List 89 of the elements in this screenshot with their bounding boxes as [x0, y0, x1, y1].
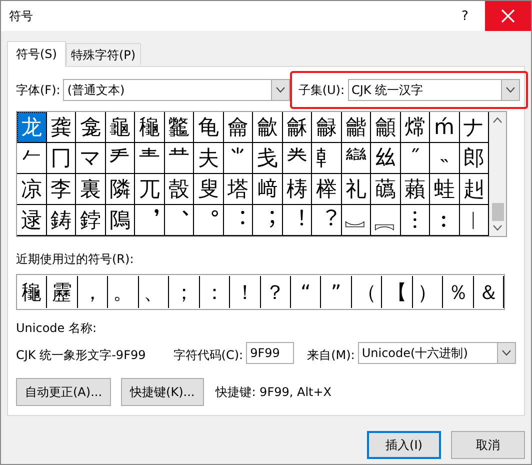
- symbol-cell[interactable]: 龣: [312, 112, 342, 143]
- symbol-cell[interactable]: 隣: [106, 174, 135, 205]
- symbol-cell[interactable]: 鋳: [46, 205, 76, 236]
- symbol-cell[interactable]: ˵: [430, 143, 460, 174]
- symbol-cell[interactable]: ḿ: [430, 112, 460, 143]
- symbol-cell[interactable]: 龺: [312, 143, 342, 174]
- symbol-cell[interactable]: ︰: [430, 205, 460, 236]
- font-label: 字体(F):: [16, 82, 60, 98]
- symbol-cell[interactable]: マ: [76, 143, 106, 174]
- help-button[interactable]: ?: [445, 1, 485, 31]
- dialog-button[interactable]: 插入(I): [367, 431, 441, 459]
- close-button[interactable]: [485, 1, 531, 31]
- symbol-cell[interactable]: 藾: [400, 174, 430, 205]
- symbol-cell[interactable]: 逯: [17, 205, 46, 236]
- symbol-cell[interactable]: 龻: [342, 143, 371, 174]
- chevron-up-icon: [493, 117, 502, 123]
- from-label: 来自(M):: [307, 347, 355, 364]
- symbol-cell[interactable]: 礼: [342, 174, 371, 205]
- dialog-button[interactable]: 取消: [451, 431, 525, 459]
- symbol-cell[interactable]: ⺌: [224, 143, 253, 174]
- symbol-cell[interactable]: 兀: [135, 174, 164, 205]
- symbol-cell[interactable]: 𢆶: [371, 143, 400, 174]
- char-code-field[interactable]: 9F99: [246, 342, 294, 364]
- symbol-cell[interactable]: 𠂉: [17, 143, 46, 174]
- symbol-cell[interactable]: 隝: [106, 205, 135, 236]
- symbol-cell[interactable]: 叟: [194, 174, 224, 205]
- symbol-cell[interactable]: ︔: [253, 205, 282, 236]
- symbol-cell[interactable]: 塔: [224, 174, 253, 205]
- symbol-cell[interactable]: 龵: [106, 143, 135, 174]
- font-select[interactable]: (普通文本): [63, 79, 290, 101]
- unicode-name-value: CJK 统一象形文字-9F99: [16, 347, 147, 364]
- symbol-cell[interactable]: 龢: [282, 112, 312, 143]
- chevron-down-icon: [276, 87, 286, 93]
- symbol-cell[interactable]: 龤: [342, 112, 371, 143]
- subset-label: 子集(U):: [298, 82, 345, 98]
- symbol-cell[interactable]: ︘: [371, 205, 400, 236]
- chevron-down-icon: [493, 225, 502, 231]
- symbol-cell[interactable]: 夫: [194, 143, 224, 174]
- symbol-cell[interactable]: 龚: [46, 112, 76, 143]
- recent-symbols-label: 近期使用过的符号(R):: [16, 251, 135, 268]
- symbol-cell[interactable]: ︗: [342, 205, 371, 236]
- symbol-cell[interactable]: 冂: [46, 143, 76, 174]
- symbol-cell[interactable]: ︕: [282, 205, 312, 236]
- symbol-cell[interactable]: ︑: [164, 205, 194, 236]
- dialog-button[interactable]: 自动更正(A)...: [16, 378, 112, 406]
- symbol-cell[interactable]: 龹: [282, 143, 312, 174]
- symbol-cell[interactable]: ︖: [312, 205, 342, 236]
- symbol-cell[interactable]: ˝: [400, 143, 430, 174]
- symbol-cell[interactable]: 龶: [135, 143, 164, 174]
- symbol-cell[interactable]: 龟: [194, 112, 224, 143]
- from-select[interactable]: Unicode(十六进制): [358, 342, 516, 364]
- symbol-cell[interactable]: 龠: [224, 112, 253, 143]
- subset-select[interactable]: CJK 统一汉字: [348, 79, 520, 101]
- symbol-cell[interactable]: 梼: [282, 174, 312, 205]
- symbol-cell[interactable]: ︙: [400, 205, 430, 236]
- symbol-cell[interactable]: 蘤: [371, 174, 400, 205]
- symbol-cell[interactable]: 龜: [106, 112, 135, 143]
- symbol-cell[interactable]: 蛙: [430, 174, 460, 205]
- tab[interactable]: 符号(S): [7, 41, 66, 67]
- symbol-cell[interactable]: 戋: [253, 143, 282, 174]
- dialog-button[interactable]: 快捷键(K)...: [121, 378, 204, 406]
- chevron-down-icon: [502, 350, 511, 356]
- symbol-cell[interactable]: ︐: [135, 205, 164, 236]
- scrollbar[interactable]: [489, 112, 506, 236]
- symbol-cell[interactable]: 龞: [164, 112, 194, 143]
- window-title: 符号: [8, 8, 34, 24]
- symbol-cell[interactable]: ︓: [224, 205, 253, 236]
- tab[interactable]: 特殊字符(P): [66, 43, 141, 65]
- unicode-name-label: Unicode 名称:: [16, 320, 98, 337]
- symbol-cell[interactable]: ︒: [194, 205, 224, 236]
- close-icon: [501, 9, 515, 23]
- symbol-cell[interactable]: 﨑: [253, 174, 282, 205]
- symbol-cell[interactable]: 龥: [371, 112, 400, 143]
- symbol-cell[interactable]: 龙: [17, 112, 46, 143]
- symbol-cell[interactable]: 龝: [135, 112, 164, 143]
- chevron-down-icon: [506, 87, 515, 93]
- symbol-cell[interactable]: 龷: [164, 143, 194, 174]
- symbol-cell[interactable]: 龡: [253, 112, 282, 143]
- symbol-cell[interactable]: 嗀: [164, 174, 194, 205]
- char-code-label: 字符代码(C):: [173, 347, 244, 364]
- symbol-cell[interactable]: 榉: [312, 174, 342, 205]
- symbol-cell[interactable]: 鋍: [76, 205, 106, 236]
- symbol-cell[interactable]: 凉: [17, 174, 46, 205]
- shortcut-text: 快捷键: 9F99, Alt+X: [216, 384, 332, 400]
- symbol-cell[interactable]: 裏: [76, 174, 106, 205]
- scrollbar-thumb[interactable]: [492, 203, 504, 221]
- symbol-cell[interactable]: 龦: [400, 112, 430, 143]
- symbol-cell[interactable]: 龛: [76, 112, 106, 143]
- symbol-cell[interactable]: 李: [46, 174, 76, 205]
